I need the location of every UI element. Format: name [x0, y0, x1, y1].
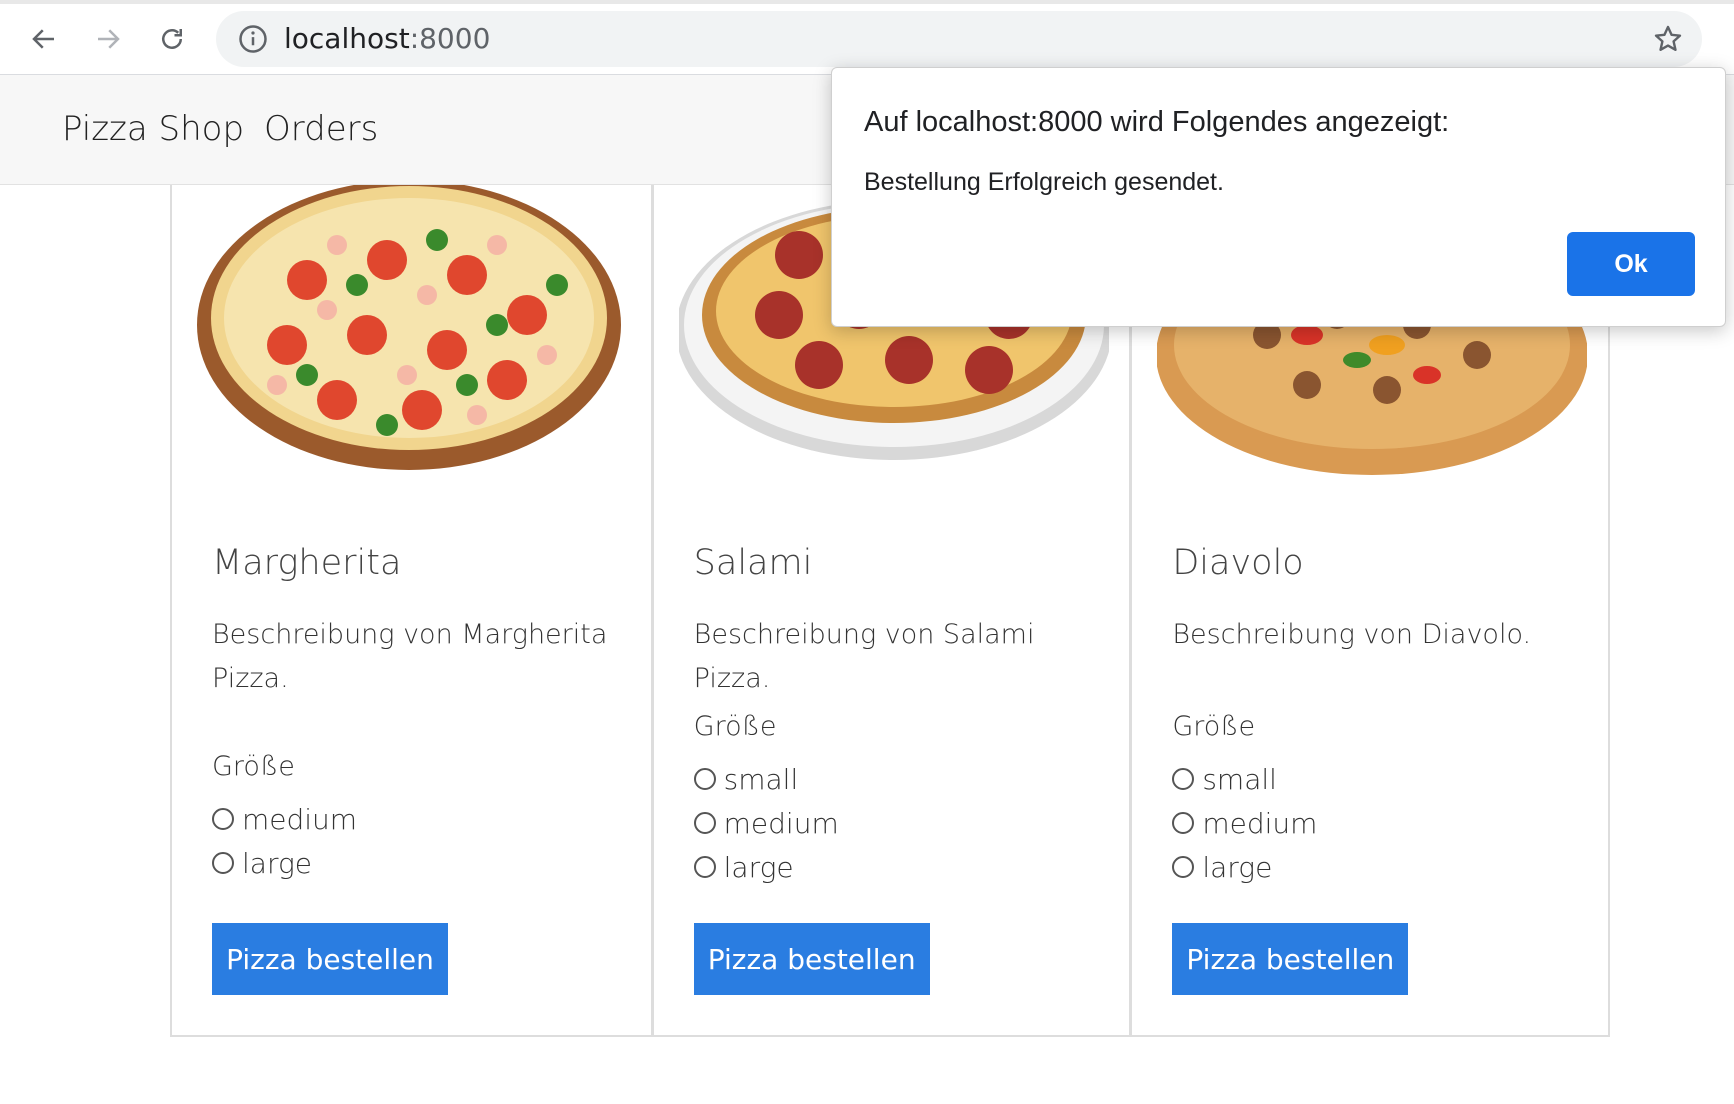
size-label: Größe — [693, 711, 777, 742]
radio-button[interactable] — [1172, 856, 1195, 878]
pizza-name: Diavolo — [1172, 543, 1304, 583]
size-label: Größe — [212, 751, 295, 782]
info-icon[interactable] — [238, 24, 268, 54]
radio-button[interactable] — [212, 852, 234, 874]
size-options: small medium large — [693, 757, 839, 889]
forward-button[interactable] — [86, 17, 130, 61]
size-options: medium large — [212, 797, 357, 885]
star-icon[interactable] — [1652, 23, 1684, 55]
pizza-description: Beschreibung von Diavolo. — [1172, 619, 1532, 650]
size-option-medium[interactable]: medium — [693, 801, 839, 845]
pizza-description: Beschreibung von Salami Pizza. — [693, 619, 1035, 694]
url-host: localhost — [284, 22, 410, 55]
order-pizza-button[interactable]: Pizza bestellen — [212, 923, 448, 995]
dialog-message: Bestellung Erfolgreich gesendet. — [864, 168, 1224, 196]
order-pizza-button[interactable]: Pizza bestellen — [693, 923, 930, 995]
reload-button[interactable] — [150, 17, 194, 61]
nav-brand-link[interactable]: Pizza Shop — [62, 109, 244, 149]
margherita-pizza-image — [197, 185, 621, 470]
size-option-label: medium — [242, 802, 358, 836]
address-url: localhost:8000 — [284, 24, 490, 54]
url-port: :8000 — [409, 22, 491, 55]
size-option-label: small — [723, 762, 799, 796]
nav-orders-link[interactable]: Orders — [264, 109, 378, 149]
size-options: small medium large — [1172, 757, 1317, 889]
size-option-label: medium — [1202, 806, 1318, 840]
size-option-label: small — [1202, 762, 1277, 796]
radio-button[interactable] — [693, 856, 716, 878]
size-label: Größe — [1172, 711, 1256, 742]
size-option-label: medium — [723, 806, 839, 840]
size-option-small[interactable]: small — [1172, 757, 1317, 801]
back-arrow-icon — [32, 29, 54, 49]
ok-button[interactable]: Ok — [1567, 232, 1695, 296]
size-option-medium[interactable]: medium — [1172, 801, 1317, 845]
radio-button[interactable] — [1172, 812, 1195, 834]
radio-button[interactable] — [693, 768, 716, 790]
order-pizza-button[interactable]: Pizza bestellen — [1172, 923, 1409, 995]
size-option-label: large — [242, 846, 312, 880]
radio-button[interactable] — [212, 808, 234, 830]
pizza-name: Salami — [693, 543, 813, 583]
alert-dialog: Auf localhost:8000 wird Folgendes angeze… — [831, 67, 1726, 327]
size-option-medium[interactable]: medium — [212, 797, 357, 841]
size-option-label: large — [1202, 850, 1273, 884]
size-option-large[interactable]: large — [212, 841, 357, 885]
dialog-title: Auf localhost:8000 wird Folgendes angeze… — [864, 106, 1450, 138]
radio-button[interactable] — [693, 812, 716, 834]
forward-arrow-icon — [98, 29, 120, 49]
radio-button[interactable] — [1172, 768, 1195, 790]
tab-strip-edge — [0, 0, 1734, 4]
pizza-description: Beschreibung von Margherita Pizza. — [212, 619, 608, 694]
size-option-large[interactable]: large — [693, 845, 839, 889]
reload-icon — [162, 29, 182, 49]
back-button[interactable] — [22, 17, 66, 61]
size-option-label: large — [723, 850, 794, 884]
browser-toolbar: localhost:8000 — [0, 0, 1734, 75]
size-option-small[interactable]: small — [693, 757, 839, 801]
pizza-card-margherita: Margherita Beschreibung von Margherita P… — [172, 185, 651, 1035]
pizza-name: Margherita — [212, 543, 402, 583]
size-option-large[interactable]: large — [1172, 845, 1317, 889]
address-bar[interactable]: localhost:8000 — [216, 11, 1702, 67]
